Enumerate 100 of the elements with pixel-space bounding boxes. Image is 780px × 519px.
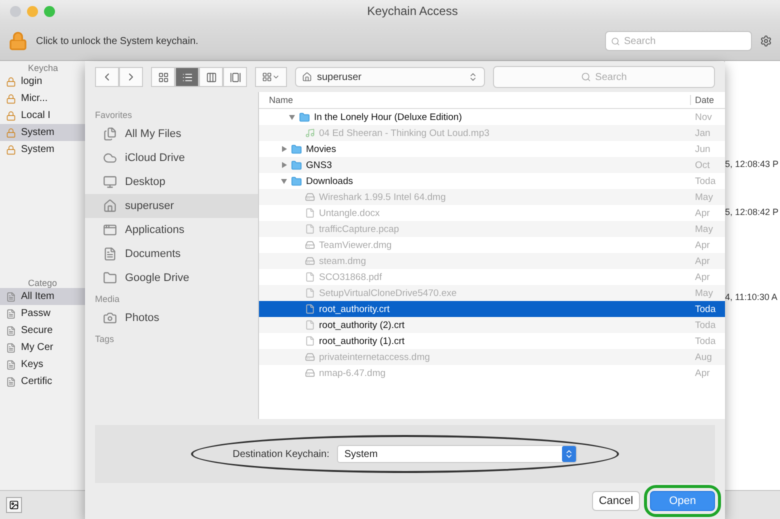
cloud-icon: [103, 151, 117, 165]
zoom-button[interactable]: [44, 6, 55, 16]
category-item[interactable]: Certific: [0, 373, 85, 390]
file-row[interactable]: root_authority (2).crt Toda: [259, 317, 725, 333]
search-icon: [581, 72, 592, 82]
category-item[interactable]: Secure: [0, 322, 85, 339]
keychain-item[interactable]: Local I: [0, 107, 85, 124]
folder-icon: [291, 160, 302, 170]
folder-icon: [291, 144, 302, 154]
category-item[interactable]: All Item: [0, 288, 85, 305]
folder-icon: [291, 176, 302, 186]
disk-image-icon: [305, 240, 315, 250]
keychain-item[interactable]: Micr...: [0, 90, 85, 107]
window-title: Keychain Access: [367, 4, 458, 18]
document-icon: [103, 247, 117, 261]
disclosure-triangle-icon[interactable]: [281, 178, 287, 184]
section-header: Keycha: [27, 63, 60, 73]
sidebar-header: Favorites: [94, 110, 134, 120]
app-window-icon: [103, 223, 117, 237]
document-icon: [305, 272, 315, 282]
monitor-icon: [103, 175, 117, 189]
grid-icon: [158, 72, 168, 82]
date-cell: 5, 12:08:43 P: [725, 159, 780, 169]
disk-image-icon: [305, 368, 315, 378]
column-header[interactable]: Name: [259, 95, 690, 105]
settings-icon[interactable]: [760, 35, 772, 47]
keychain-item[interactable]: login: [0, 73, 85, 90]
columns-icon: [206, 72, 216, 82]
file-row[interactable]: GNS3 Oct: [259, 157, 725, 173]
image-button[interactable]: [6, 497, 22, 513]
sidebar-header: Media: [94, 294, 121, 304]
image-icon: [9, 500, 19, 510]
document-icon: [305, 320, 315, 330]
view-mode-button[interactable]: [223, 67, 247, 87]
category-icon: [6, 292, 16, 302]
lock-icon: [6, 144, 16, 154]
sidebar-item[interactable]: Applications: [85, 218, 258, 242]
sidebar-item[interactable]: Desktop: [85, 170, 258, 194]
category-icon: [6, 308, 16, 318]
sidebar-item[interactable]: Photos: [85, 306, 258, 330]
category-item[interactable]: Keys: [0, 356, 85, 373]
lock-icon: [6, 94, 16, 104]
stacked-files-icon: [103, 127, 117, 141]
lock-message: Click to unlock the System keychain.: [36, 36, 200, 46]
destination-label: Destination Keychain:: [232, 448, 330, 460]
folder-icon: [103, 271, 117, 285]
keychain-item[interactable]: System: [0, 141, 85, 158]
category-item[interactable]: Passw: [0, 305, 85, 322]
section-header: Catego: [27, 278, 58, 288]
file-row[interactable]: root_authority.crt Toda: [259, 301, 725, 317]
sidebar-header: Tags: [94, 334, 116, 344]
category-icon: [6, 360, 16, 370]
category-icon: [6, 376, 16, 386]
forward-button[interactable]: [119, 67, 143, 87]
keychain-item[interactable]: System: [0, 124, 85, 141]
sidebar-item[interactable]: Google Drive: [85, 266, 258, 290]
cancel-button[interactable]: Cancel: [592, 491, 640, 511]
disk-image-icon: [305, 256, 315, 266]
folder-icon: [299, 112, 310, 122]
date-cell-text: 4, 11:10:30 A: [725, 292, 778, 302]
sidebar-item[interactable]: Documents: [85, 242, 258, 266]
disclosure-triangle-icon[interactable]: [289, 114, 295, 120]
view-mode-button[interactable]: [175, 67, 199, 87]
sidebar-item[interactable]: iCloud Drive: [85, 146, 258, 170]
category-icon: [6, 342, 16, 352]
document-icon: [305, 336, 315, 346]
location-popup[interactable]: superuser: [295, 67, 485, 87]
lock-icon: [6, 76, 16, 86]
document-icon: [305, 288, 315, 298]
lock-icon[interactable]: [8, 31, 28, 51]
disk-image-icon: [305, 352, 315, 362]
search-icon: [611, 36, 620, 46]
lock-icon: [6, 128, 16, 138]
up-down-chevron-icon: [468, 72, 478, 82]
disclosure-triangle-icon[interactable]: [281, 146, 287, 152]
destination-select[interactable]: System: [337, 445, 578, 463]
category-icon: [6, 326, 16, 336]
home-icon: [302, 72, 312, 82]
sidebar-item[interactable]: superuser: [85, 194, 258, 218]
disk-image-icon: [305, 192, 315, 202]
document-icon: [305, 208, 315, 218]
disclosure-triangle-icon[interactable]: [281, 162, 287, 168]
column-header[interactable]: Date: [690, 95, 725, 105]
arrange-button[interactable]: [255, 67, 287, 87]
document-icon: [305, 224, 315, 234]
gallery-icon: [230, 72, 240, 82]
sidebar-item[interactable]: All My Files: [85, 122, 258, 146]
category-item[interactable]: My Cer: [0, 339, 85, 356]
grid-icon: [262, 72, 272, 82]
document-icon: [305, 304, 315, 314]
caret-icon: [272, 73, 280, 81]
back-button[interactable]: [95, 67, 119, 87]
view-mode-button[interactable]: [151, 67, 175, 87]
home-icon: [103, 199, 117, 213]
view-mode-button[interactable]: [199, 67, 223, 87]
stepper-icon: [564, 449, 574, 459]
camera-icon: [103, 311, 117, 325]
music-file-icon: [305, 128, 315, 138]
lock-icon: [6, 110, 16, 120]
date-cell: 5, 12:08:42 P: [725, 207, 780, 217]
